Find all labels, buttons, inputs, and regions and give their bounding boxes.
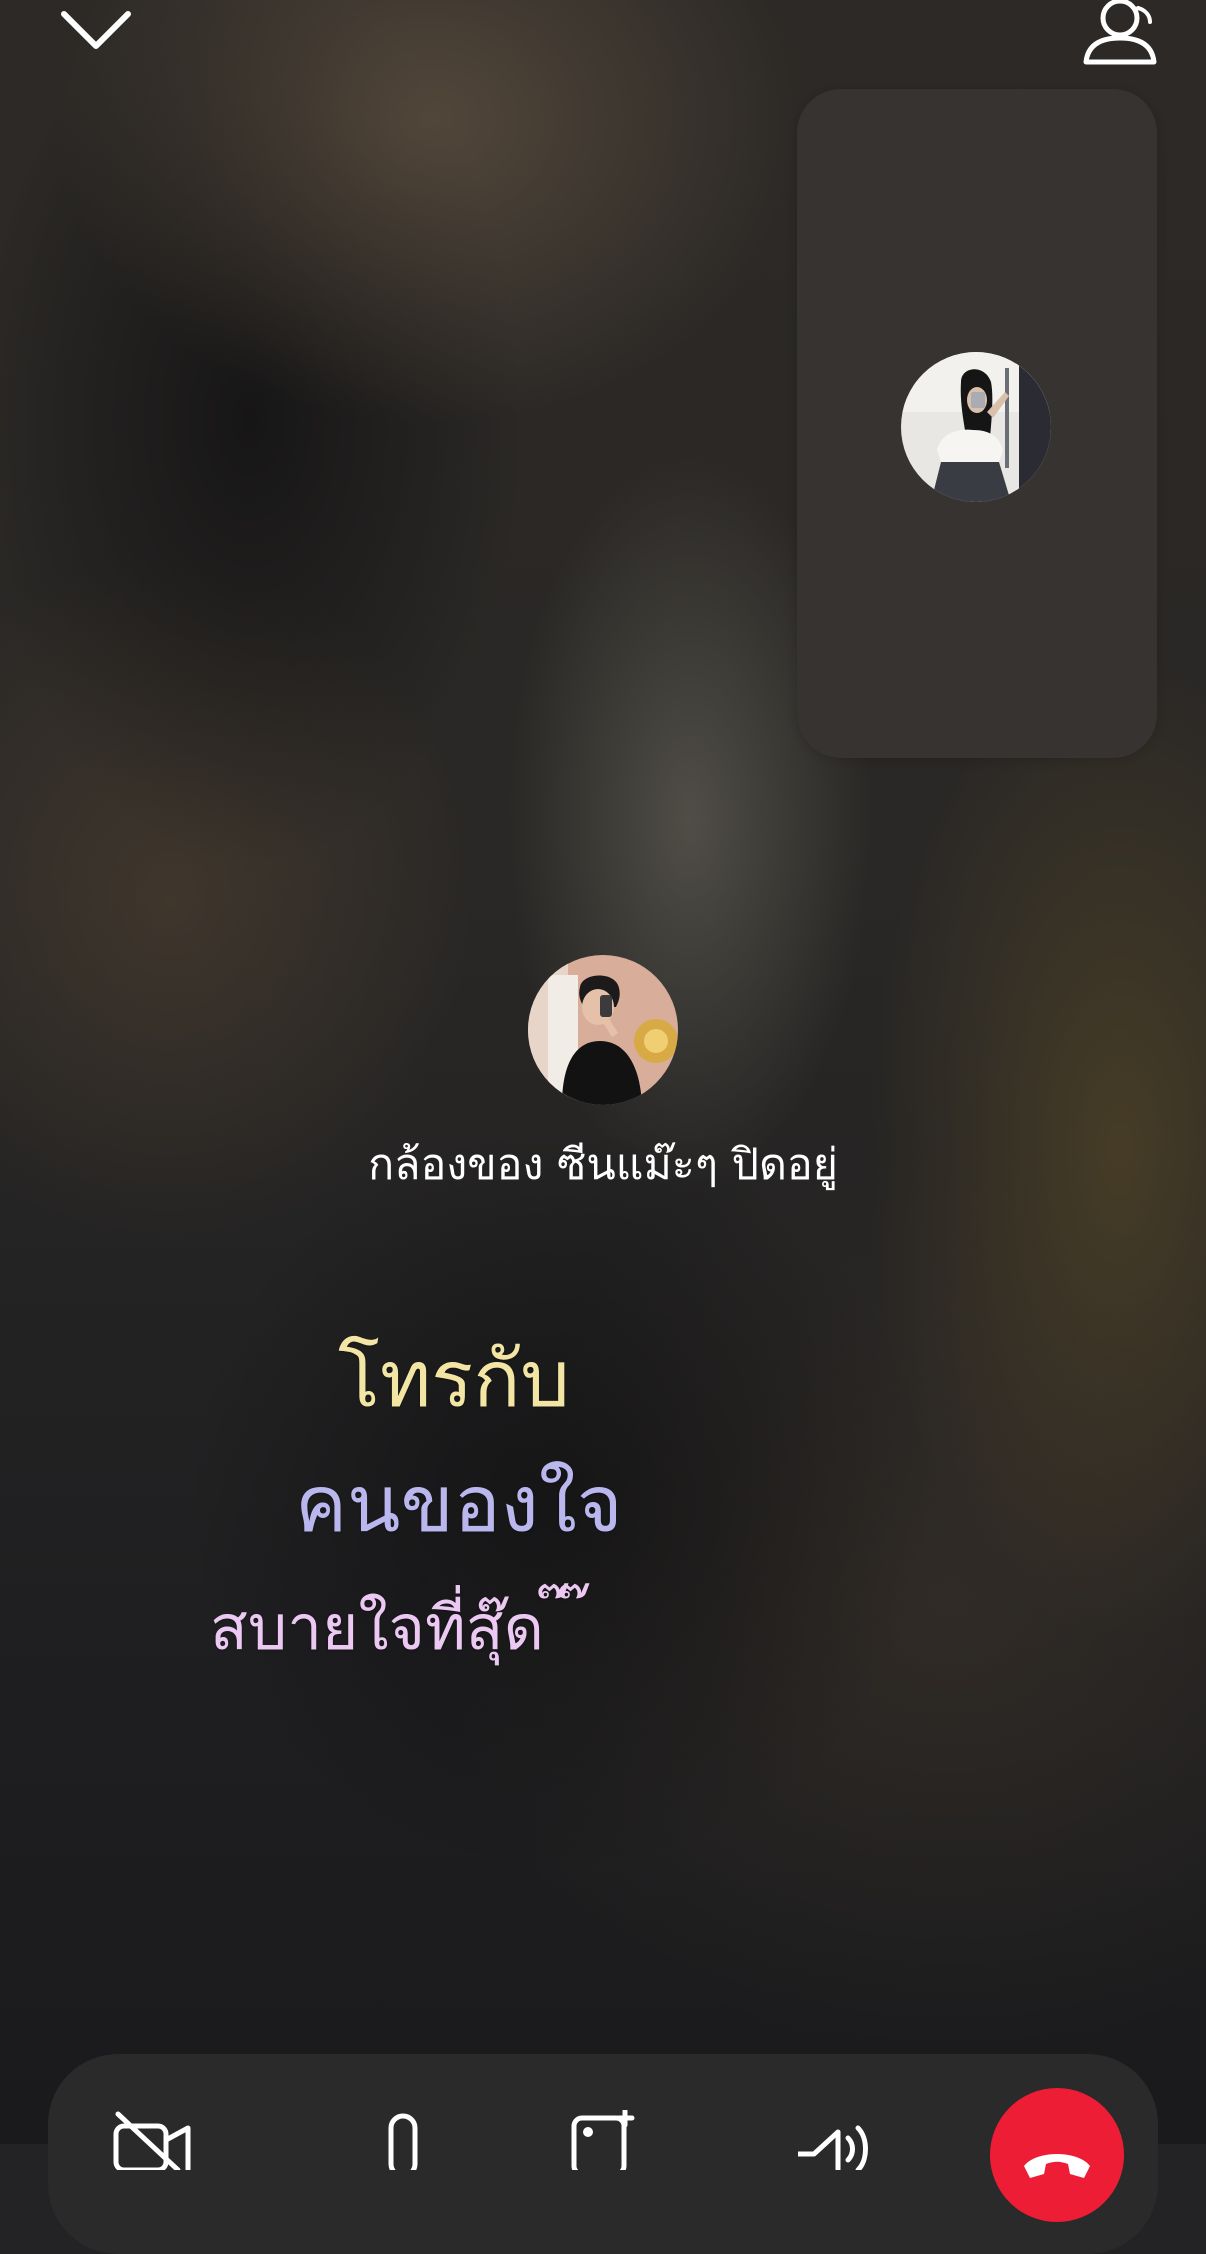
chevron-down-icon [61, 11, 131, 49]
speaker-button[interactable] [788, 2110, 878, 2174]
camera-toggle-button[interactable] [108, 2110, 198, 2173]
camera-off-status: กล้องของ ซีนแม๊ะๆ ปิดอยู่ [368, 1140, 838, 1190]
sticker-text-line-1: โทรกับ [338, 1335, 570, 1425]
self-view-tile[interactable] [797, 89, 1157, 758]
end-call-button[interactable] [990, 2088, 1124, 2222]
end-call-icon [1024, 2154, 1090, 2178]
people-icon [1083, 0, 1157, 65]
camera-off-icon [113, 2111, 191, 2173]
gallery-add-icon [571, 2108, 635, 2177]
microphone-icon [388, 2113, 418, 2179]
participants-button[interactable] [1080, 0, 1160, 70]
sticker-text-line-2: คนของใจ [295, 1460, 623, 1550]
share-media-button[interactable] [558, 2108, 648, 2177]
contact-avatar [528, 955, 678, 1105]
sticker-text-line-3: สบายใจที่สุ๊ด ๊ ๊ [210, 1591, 586, 1664]
self-avatar [901, 352, 1051, 502]
speaker-icon [798, 2125, 868, 2174]
minimize-call-button[interactable] [58, 0, 134, 56]
microphone-button[interactable] [358, 2110, 448, 2179]
call-controls-bar [48, 2054, 1158, 2254]
